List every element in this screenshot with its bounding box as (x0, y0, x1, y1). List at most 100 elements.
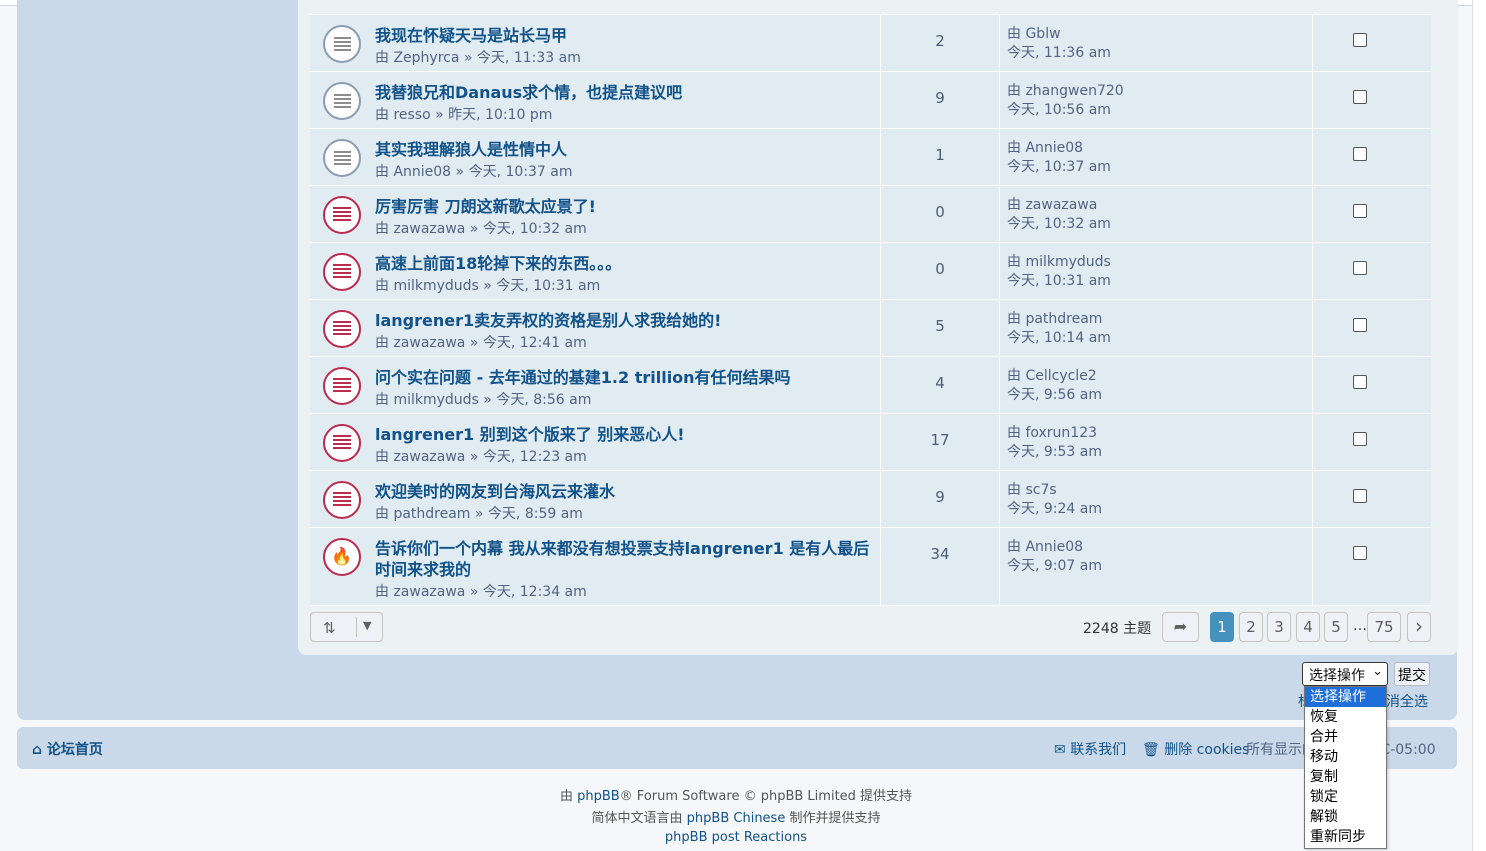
delete-cookies-link[interactable]: 🗑 删除 cookies (1142, 739, 1249, 759)
last-post-cell: 由 Cellcycle2 今天, 9:56 am (1000, 357, 1313, 413)
scrollbar-track[interactable] (1472, 0, 1486, 851)
page-1[interactable]: 1 (1210, 612, 1234, 642)
topic-title-link[interactable]: 高速上前面18轮掉下来的东西。。。 (375, 253, 875, 274)
post-time: 今天, 12:41 am (482, 335, 587, 351)
chevron-right-icon: › (1415, 614, 1423, 638)
author-link[interactable]: zawazawa (393, 335, 465, 351)
sort-options-button[interactable]: ⇅ ▼ (310, 612, 383, 642)
topic-title-link[interactable]: langrener1卖友弄权的资格是别人求我给她的! (375, 310, 875, 331)
topic-title-link[interactable]: langrener1 别到这个版来了 别来恶心人! (375, 424, 875, 445)
topic-checkbox[interactable] (1353, 432, 1367, 446)
by-label: 由 (375, 584, 389, 600)
last-poster-link[interactable]: Annie08 (1025, 140, 1083, 156)
envelope-icon: ✉ (1054, 742, 1066, 758)
separator: » (463, 50, 473, 66)
phpbb-chinese-link[interactable]: phpBB Chinese (687, 811, 786, 826)
last-poster-link[interactable]: Cellcycle2 (1025, 368, 1096, 384)
copyright-suffix: ® Forum Software © phpBB Limited 提供支持 (619, 789, 913, 804)
moderation-action-select[interactable]: 选择操作 ⌄ (1302, 662, 1388, 686)
page-75[interactable]: 75 (1367, 612, 1401, 642)
unread-topic-icon (333, 264, 351, 280)
last-poster-link[interactable]: zhangwen720 (1025, 83, 1123, 99)
topic-title-link[interactable]: 欢迎美时的网友到台海风云来灌水 (375, 481, 875, 502)
topic-status-icon (323, 82, 361, 120)
read-topic-icon (333, 94, 351, 108)
phpbb-link[interactable]: phpBB (577, 789, 620, 804)
topic-checkbox[interactable] (1353, 33, 1367, 47)
topic-checkbox[interactable] (1353, 261, 1367, 275)
author-link[interactable]: resso (393, 107, 430, 123)
topic-checkbox[interactable] (1353, 147, 1367, 161)
topic-title-link[interactable]: 问个实在问题 - 去年通过的基建1.2 trillion有任何结果吗 (375, 367, 875, 388)
copyright-prefix: 由 (559, 789, 578, 804)
page-5[interactable]: 5 (1324, 612, 1348, 642)
topics-count: 2248 主题 (1083, 621, 1152, 637)
topic-status-icon (323, 367, 361, 405)
topic-checkbox[interactable] (1353, 90, 1367, 104)
reply-count: 9 (881, 471, 1000, 527)
last-poster-link[interactable]: Gblw (1025, 26, 1060, 42)
reply-count: 0 (881, 243, 1000, 299)
jump-to-page-button[interactable]: ➦ (1162, 612, 1199, 642)
author-link[interactable]: pathdream (393, 506, 470, 522)
topic-title-link[interactable]: 其实我理解狼人是性情中人 (375, 139, 875, 160)
dropdown-option[interactable]: 移动 (1305, 747, 1386, 767)
author-link[interactable]: milkmyduds (393, 278, 478, 294)
dropdown-option[interactable]: 恢复 (1305, 707, 1386, 727)
topic-title-link[interactable]: 告诉你们一个内幕 我从来都没有想投票支持langrener1 是有人最后时间来求… (375, 538, 875, 580)
unread-topic-icon (333, 378, 351, 394)
copyright-line-2: 简体中文语言由 phpBB Chinese 制作并提供支持 (0, 807, 1472, 826)
author-link[interactable]: zawazawa (393, 584, 465, 600)
separator: » (469, 584, 479, 600)
submit-button[interactable]: 提交 (1394, 662, 1430, 686)
mark-cell (1313, 243, 1431, 299)
last-post-time: 今天, 10:37 am (1007, 159, 1111, 175)
separator: » (455, 164, 465, 180)
unread-topic-icon (333, 207, 351, 223)
last-poster-link[interactable]: sc7s (1025, 482, 1056, 498)
by-label: 由 (375, 392, 389, 408)
by-label: 由 (375, 449, 389, 465)
dropdown-option[interactable]: 复制 (1305, 767, 1386, 787)
page-4[interactable]: 4 (1296, 612, 1320, 642)
topic-checkbox[interactable] (1353, 204, 1367, 218)
post-reactions-link[interactable]: phpBB post Reactions (665, 830, 807, 845)
topic-title-cell: 🔥 告诉你们一个内幕 我从来都没有想投票支持langrener1 是有人最后时间来… (310, 528, 881, 605)
page-3[interactable]: 3 (1267, 612, 1291, 642)
topic-checkbox[interactable] (1353, 375, 1367, 389)
separator: » (435, 107, 444, 123)
topic-row: 我现在怀疑天马是站长马甲由 Zephyrca » 今天, 11:33 am 2 由 … (310, 15, 1431, 72)
topic-checkbox[interactable] (1353, 489, 1367, 503)
last-poster-link[interactable]: milkmyduds (1025, 254, 1110, 270)
forum-index-link[interactable]: ⌂ 论坛首页 (32, 739, 103, 759)
last-poster-link[interactable]: foxrun123 (1025, 425, 1097, 441)
topic-checkbox[interactable] (1353, 546, 1367, 560)
author-link[interactable]: Annie08 (393, 164, 451, 180)
mark-cell (1313, 471, 1431, 527)
topic-title-link[interactable]: 厉害厉害 刀朗这新歌太应景了! (375, 196, 875, 217)
last-poster-link[interactable]: zawazawa (1025, 197, 1097, 213)
author-link[interactable]: zawazawa (393, 221, 465, 237)
topic-checkbox[interactable] (1353, 318, 1367, 332)
page-2[interactable]: 2 (1239, 612, 1263, 642)
topic-meta: 由 pathdream » 今天, 8:59 am (375, 503, 583, 523)
unmark-all-link[interactable]: 消全选 (1386, 691, 1446, 711)
last-poster-link[interactable]: Annie08 (1025, 539, 1083, 555)
copyright-line-3: phpBB post Reactions (0, 830, 1472, 845)
author-link[interactable]: Zephyrca (393, 50, 459, 66)
next-page-button[interactable]: › (1407, 612, 1431, 642)
author-link[interactable]: milkmyduds (393, 392, 478, 408)
pagination-ellipsis: … (1353, 618, 1367, 634)
last-post-time: 今天, 9:07 am (1007, 558, 1103, 574)
reply-count: 9 (881, 72, 1000, 128)
topic-row: 高速上前面18轮掉下来的东西。。。由 milkmyduds » 今天, 10:3… (310, 243, 1431, 300)
contact-us-link[interactable]: ✉ 联系我们 (1054, 739, 1126, 759)
topic-title-link[interactable]: 我替狼兄和Danaus求个情，也提点建议吧 (375, 82, 875, 103)
dropdown-option[interactable]: 合并 (1305, 727, 1386, 747)
author-link[interactable]: zawazawa (393, 449, 465, 465)
dropdown-option[interactable]: 选择操作 (1305, 687, 1386, 707)
separator: » (469, 221, 479, 237)
topic-title-link[interactable]: 我现在怀疑天马是站长马甲 (375, 25, 875, 46)
copyright-line-1: 由 phpBB® Forum Software © phpBB Limited … (0, 785, 1472, 804)
last-poster-link[interactable]: pathdream (1025, 311, 1102, 327)
